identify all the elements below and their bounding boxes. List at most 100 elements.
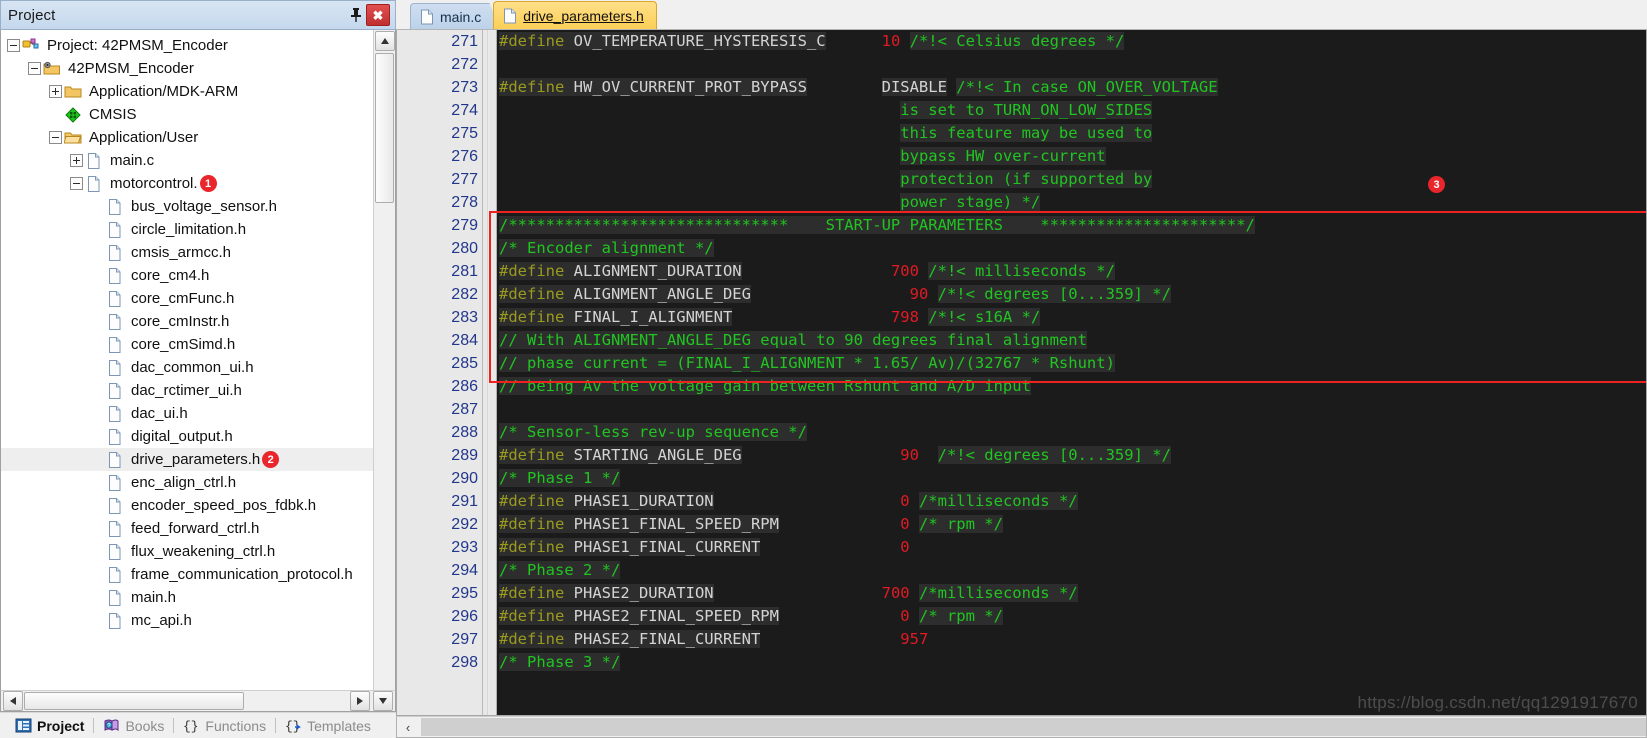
tree-item-project-42pmsm-encoder[interactable]: Project: 42PMSM_Encoder (1, 34, 373, 57)
line-number: 273 (397, 76, 482, 99)
tree-item-core-cmfunc-h[interactable]: core_cmFunc.h (1, 287, 373, 310)
tree-item-dac-ui-h[interactable]: dac_ui.h (1, 402, 373, 425)
collapse-minus-icon[interactable] (49, 131, 62, 144)
scroll-down-button[interactable] (373, 691, 393, 711)
file-icon (106, 497, 126, 515)
editor-hscroll-thumb[interactable] (421, 718, 1646, 736)
tree-item-enc-align-ctrl-h[interactable]: enc_align_ctrl.h (1, 471, 373, 494)
editor-tab-main-c[interactable]: main.c (410, 3, 501, 29)
hscroll-thumb[interactable] (24, 692, 244, 710)
line-number: 284 (397, 329, 482, 352)
scroll-left-icon[interactable]: ‹ (399, 718, 417, 736)
bottom-tab-templates[interactable]: {} Templates (276, 713, 380, 738)
tree-horizontal-scrollbar[interactable] (0, 690, 396, 712)
code-line: protection (if supported by (499, 168, 1646, 191)
line-number: 292 (397, 513, 482, 536)
tree-item-flux-weakening-ctrl-h[interactable]: flux_weakening_ctrl.h (1, 540, 373, 563)
svg-text:{}: {} (183, 719, 199, 733)
collapse-minus-icon[interactable] (7, 39, 20, 52)
tree-item-core-cmsimd-h[interactable]: core_cmSimd.h (1, 333, 373, 356)
scroll-up-button[interactable] (375, 31, 395, 51)
code-token: #define (499, 446, 574, 464)
annotation-badge-2: 2 (262, 451, 280, 468)
code-token: #define (499, 308, 574, 326)
code-line: #define HW_OV_CURRENT_PROT_BYPASS DISABL… (499, 76, 1646, 99)
cmsis-icon (64, 106, 84, 124)
tree-item-application-user[interactable]: Application/User (1, 126, 373, 149)
bottom-tab-label: Templates (307, 717, 371, 734)
line-number: 291 (397, 490, 482, 513)
functions-icon: {} (183, 718, 200, 733)
code-line: #define STARTING_ANGLE_DEG 90 /*!< degre… (499, 444, 1646, 467)
line-number-text: 271 (451, 32, 478, 50)
code-editor[interactable]: 271 272 273 274 275 276 277 278 279 280 281 282 283 2… (396, 30, 1647, 716)
editor-tab-drive-parameters-h[interactable]: drive_parameters.h (493, 1, 657, 29)
tree-item-motorcontrol[interactable]: motorcontrol. 1 (1, 172, 373, 195)
bottom-tab-project[interactable]: Project (6, 712, 94, 738)
line-number-text: 276 (451, 147, 478, 165)
file-icon (85, 175, 105, 193)
tree-item-core-cm4-h[interactable]: core_cm4.h (1, 264, 373, 287)
tree-item-dac-common-ui-h[interactable]: dac_common_ui.h (1, 356, 373, 379)
tree-item-dac-rctimer-ui-h[interactable]: dac_rctimer_ui.h (1, 379, 373, 402)
tree-item-feed-forward-ctrl-h[interactable]: feed_forward_ctrl.h (1, 517, 373, 540)
code-text-area[interactable]: #define OV_TEMPERATURE_HYSTERESIS_C 10 /… (497, 30, 1646, 715)
scroll-right-button[interactable] (350, 691, 370, 711)
tree-item-frame-communication-protocol-h[interactable]: frame_communication_protocol.h (1, 563, 373, 586)
code-token: 0 (900, 515, 910, 533)
close-icon[interactable]: ✖ (366, 4, 390, 26)
editor-horizontal-scrollbar[interactable]: ‹ (396, 716, 1647, 738)
code-line: // being Av the voltage gain between Rsh… (499, 375, 1646, 398)
collapse-minus-icon[interactable] (70, 177, 83, 190)
expand-plus-icon[interactable] (49, 85, 62, 98)
scroll-thumb[interactable] (375, 53, 394, 203)
line-number: 296 (397, 605, 482, 628)
code-token: /*!< In case ON_OVER_VOLTAGE (956, 78, 1218, 96)
tree-item-core-cminstr-h[interactable]: core_cmInstr.h (1, 310, 373, 333)
line-number: 286 (397, 375, 482, 398)
tree-item-circle-limitation-h[interactable]: circle_limitation.h (1, 218, 373, 241)
line-number-text: 296 (451, 607, 478, 625)
tree-item-cmsis-armcc-h[interactable]: cmsis_armcc.h (1, 241, 373, 264)
code-token: 90 (909, 285, 929, 303)
bottom-tab-books[interactable]: ? Books (94, 713, 173, 738)
tree-item-encoder-speed-pos-fdbk-h[interactable]: encoder_speed_pos_fdbk.h (1, 494, 373, 517)
tree-item-bus-voltage-sensor-h[interactable]: bus_voltage_sensor.h (1, 195, 373, 218)
line-number-text: 291 (451, 492, 478, 510)
line-number-text: 285 (451, 354, 478, 372)
tree-item-main-h[interactable]: main.h (1, 586, 373, 609)
tree-item-label: motorcontrol. (110, 175, 198, 192)
tree-item-42pmsm-encoder[interactable]: 42PMSM_Encoder (1, 57, 373, 80)
pin-icon[interactable] (346, 3, 366, 27)
tree-item-application-mdk-arm[interactable]: Application/MDK-ARM (1, 80, 373, 103)
collapse-minus-icon[interactable] (28, 62, 41, 75)
bottom-tab-functions[interactable]: {} Functions (174, 713, 275, 738)
scroll-left-button[interactable] (3, 691, 23, 711)
keil-uvision-window: Project ✖ Project: 42PMSM_Encoder 42PMSM_… (0, 0, 1647, 738)
expand-plus-icon[interactable] (70, 154, 83, 167)
line-number-text: 273 (451, 78, 478, 96)
tree-item-main-c[interactable]: main.c (1, 149, 373, 172)
code-line: #define PHASE2_FINAL_SPEED_RPM 0 /* rpm … (499, 605, 1646, 628)
arrow-right-icon (357, 697, 363, 705)
line-number-text: 295 (451, 584, 478, 602)
tree-item-cmsis[interactable]: CMSIS (1, 103, 373, 126)
tree-vertical-scrollbar[interactable] (373, 30, 395, 690)
tree-item-drive-parameters-h[interactable]: drive_parameters.h 2 (1, 448, 373, 471)
code-token: bypass HW over-current (900, 147, 1106, 165)
tree-item-digital-output-h[interactable]: digital_output.h (1, 425, 373, 448)
tree-item-mc-api-h[interactable]: mc_api.h (1, 609, 373, 632)
